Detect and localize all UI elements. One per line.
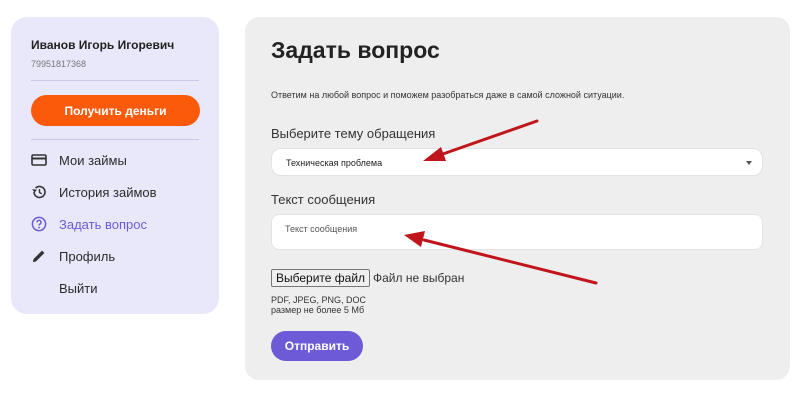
file-size-hint: размер не более 5 Мб xyxy=(271,305,365,315)
question-circle-icon xyxy=(31,216,47,232)
sidebar-item-ask-question[interactable]: Задать вопрос xyxy=(31,214,147,234)
sidebar: Иванов Игорь Игоревич 79951817368 Получи… xyxy=(11,17,219,314)
get-money-button[interactable]: Получить деньги xyxy=(31,95,200,126)
caret-down-icon xyxy=(746,161,752,165)
topic-select[interactable]: Техническая проблема xyxy=(271,148,763,176)
divider xyxy=(31,80,199,81)
file-status: Файл не выбран xyxy=(373,271,465,285)
user-name: Иванов Игорь Игоревич xyxy=(31,38,175,52)
sidebar-item-label: Выйти xyxy=(59,280,98,296)
sidebar-item-label: История займов xyxy=(59,184,157,200)
history-icon xyxy=(31,184,47,200)
sidebar-item-profile[interactable]: Профиль xyxy=(31,246,115,266)
topic-label: Выберите тему обращения xyxy=(271,126,436,141)
sidebar-item-logout[interactable]: Выйти xyxy=(31,278,98,298)
message-textarea[interactable] xyxy=(271,214,763,250)
topic-select-value: Техническая проблема xyxy=(286,158,383,168)
file-types-hint: PDF, JPEG, PNG, DOC xyxy=(271,295,367,305)
divider xyxy=(31,139,199,140)
sidebar-item-label: Задать вопрос xyxy=(59,216,147,232)
message-label: Текст сообщения xyxy=(271,192,376,207)
sidebar-item-my-loans[interactable]: Мои займы xyxy=(31,150,127,170)
ask-question-panel: Задать вопрос Ответим на любой вопрос и … xyxy=(245,17,790,380)
user-phone: 79951817368 xyxy=(31,59,87,69)
page-title: Задать вопрос xyxy=(271,37,440,63)
page-subtitle: Ответим на любой вопрос и поможем разобр… xyxy=(271,90,625,100)
sidebar-item-label: Профиль xyxy=(59,248,116,264)
submit-button[interactable]: Отправить xyxy=(271,331,363,361)
choose-file-button[interactable]: Выберите файл xyxy=(271,269,371,287)
credit-card-icon xyxy=(31,152,47,168)
sidebar-item-label: Мои займы xyxy=(59,152,127,168)
sidebar-item-loan-history[interactable]: История займов xyxy=(31,182,157,202)
pencil-icon xyxy=(31,248,47,264)
